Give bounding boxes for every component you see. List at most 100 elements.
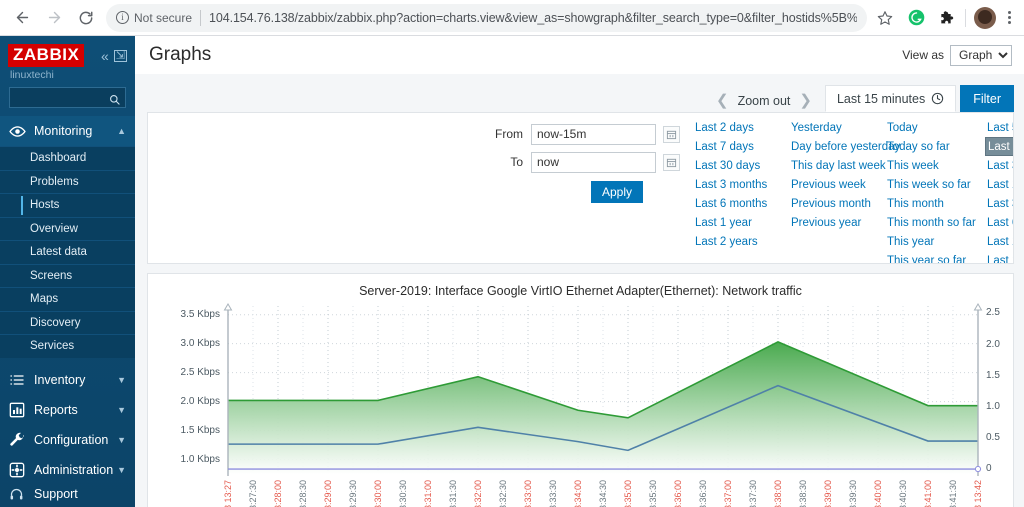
x-axis-tick: 13:40:30	[898, 480, 908, 507]
range-last-1-day[interactable]: Last 1 day	[985, 251, 1013, 264]
chevron-right-icon[interactable]: ❯	[790, 91, 821, 112]
range-last-1-year[interactable]: Last 1 year	[693, 213, 789, 232]
grammarly-extension-icon[interactable]	[906, 8, 926, 28]
sidebar-item-problems[interactable]: Problems	[0, 169, 135, 194]
expand-window-icon[interactable]: ⇲	[113, 49, 127, 62]
time-range-tab[interactable]: Last 15 minutes	[824, 85, 957, 112]
to-input[interactable]	[531, 151, 656, 173]
range-last-7-days[interactable]: Last 7 days	[693, 137, 789, 156]
chevron-left-icon[interactable]: ❮	[707, 91, 738, 112]
bar-chart-icon	[9, 402, 29, 418]
quick-range-column-2: Yesterday Day before yesterday This day …	[789, 118, 900, 263]
range-day-before-yesterday[interactable]: Day before yesterday	[789, 137, 900, 156]
to-row: To	[485, 149, 680, 175]
sidebar-item-latest-data[interactable]: Latest data	[0, 240, 135, 264]
sidebar-item-overview[interactable]: Overview	[0, 216, 135, 241]
right-axis-tick: 1.0	[986, 400, 1000, 412]
page-header: Graphs View as Graph	[135, 36, 1024, 74]
zabbix-logo[interactable]: ZABBIX	[8, 44, 85, 67]
collapse-chevrons-icon[interactable]: «	[101, 48, 109, 64]
left-axis-tick: 2.5 Kbps	[180, 366, 220, 378]
sidebar-item-hosts[interactable]: Hosts	[0, 193, 135, 217]
reload-icon[interactable]	[72, 4, 100, 32]
eye-icon	[9, 123, 29, 140]
range-last-6-hours[interactable]: Last 6 hours	[985, 213, 1013, 232]
range-last-2-days[interactable]: Last 2 days	[693, 118, 789, 137]
search-box[interactable]	[9, 87, 126, 108]
graph-plot-area[interactable]: 1.0 Kbps 1.5 Kbps 2.0 Kbps 2.5 Kbps 3.0 Kbps…	[148, 302, 1013, 507]
sidebar-item-configuration[interactable]: Configuration ▼	[0, 425, 135, 455]
apply-button[interactable]: Apply	[591, 181, 644, 203]
range-last-15-minutes[interactable]: Last 15 minutes	[985, 137, 1013, 156]
sidebar-item-discovery[interactable]: Discovery	[0, 310, 135, 335]
sidebar-item-monitoring[interactable]: Monitoring ▲	[0, 116, 135, 146]
sidebar-item-dashboard[interactable]: Dashboard	[0, 146, 135, 170]
range-last-3-months[interactable]: Last 3 months	[693, 175, 789, 194]
sidebar-item-maps[interactable]: Maps	[0, 287, 135, 311]
search-icon[interactable]	[109, 92, 120, 105]
sidebar-item-support[interactable]: Support	[0, 481, 135, 507]
kebab-menu-icon[interactable]	[1000, 11, 1018, 24]
quick-range-column-3: Today Today so far This week This week s…	[885, 118, 985, 264]
range-last-6-months[interactable]: Last 6 months	[693, 194, 789, 213]
to-label: To	[510, 155, 523, 169]
x-axis-tick: 13:34:00	[573, 480, 583, 507]
right-axis-tick: 2.0	[986, 338, 1000, 350]
range-this-week-so-far[interactable]: This week so far	[885, 175, 985, 194]
chevron-down-icon[interactable]: ▼	[117, 405, 135, 415]
back-arrow-icon[interactable]	[8, 4, 36, 32]
x-axis-tick: 13:28:00	[273, 480, 283, 507]
sidebar-item-reports[interactable]: Reports ▼	[0, 395, 135, 425]
chevron-down-icon[interactable]: ▼	[117, 465, 135, 475]
x-axis-tick: 13:37:00	[723, 480, 733, 507]
calendar-icon[interactable]	[663, 125, 680, 143]
headset-icon	[9, 487, 29, 502]
range-last-12-hours[interactable]: Last 12 hours	[985, 232, 1013, 251]
puzzle-extension-icon[interactable]	[936, 8, 956, 28]
range-today[interactable]: Today	[885, 118, 985, 137]
range-last-5-minutes[interactable]: Last 5 minutes	[985, 118, 1013, 137]
range-last-2-years[interactable]: Last 2 years	[693, 232, 789, 251]
right-axis-tick: 2.5	[986, 307, 1000, 319]
forward-arrow-icon[interactable]	[40, 4, 68, 32]
range-previous-year[interactable]: Previous year	[789, 213, 885, 232]
sidebar-item-services[interactable]: Services	[0, 334, 135, 358]
sidebar-item-administration[interactable]: Administration ▼	[0, 455, 135, 485]
sidebar-item-screens[interactable]: Screens	[0, 263, 135, 288]
left-axis-tick: 3.0 Kbps	[180, 337, 220, 349]
range-yesterday[interactable]: Yesterday	[789, 118, 885, 137]
right-axis-tick: 0.5	[986, 431, 1000, 443]
main-content: Graphs View as Graph ❮ Zoom out ❯ Last 1…	[135, 36, 1024, 507]
range-last-3-hours[interactable]: Last 3 hours	[985, 194, 1013, 213]
sidebar-item-administration-label: Administration	[34, 462, 114, 477]
star-icon[interactable]	[871, 4, 899, 32]
range-previous-week[interactable]: Previous week	[789, 175, 885, 194]
range-this-week[interactable]: This week	[885, 156, 985, 175]
zoom-out-button[interactable]: Zoom out	[738, 94, 791, 112]
from-input[interactable]	[531, 123, 656, 145]
range-this-year-so-far[interactable]: This year so far	[885, 251, 985, 264]
site-info-icon[interactable]: i	[116, 11, 129, 24]
view-as-select[interactable]: Graph	[950, 44, 1012, 66]
sidebar-item-inventory[interactable]: Inventory ▼	[0, 365, 135, 395]
range-this-year[interactable]: This year	[885, 232, 985, 251]
range-last-30-days[interactable]: Last 30 days	[693, 156, 789, 175]
search-input[interactable]	[15, 90, 109, 105]
range-today-so-far[interactable]: Today so far	[885, 137, 985, 156]
profile-avatar[interactable]	[974, 6, 996, 29]
chevron-down-icon[interactable]: ▼	[117, 375, 135, 385]
x-axis-tick: 13:38:00	[773, 480, 783, 507]
range-last-1-hour[interactable]: Last 1 hour	[985, 175, 1013, 194]
chevron-up-icon[interactable]: ▲	[117, 126, 135, 136]
range-previous-month[interactable]: Previous month	[789, 194, 885, 213]
range-this-day-last-week[interactable]: This day last week	[789, 156, 886, 175]
filter-tab-button[interactable]: Filter	[960, 85, 1014, 112]
chevron-down-icon[interactable]: ▼	[117, 435, 135, 445]
address-bar[interactable]: i Not secure 104.154.76.138/zabbix/zabbi…	[106, 3, 867, 32]
x-axis-tick: 06-08 13:27	[223, 480, 233, 507]
range-this-month-so-far[interactable]: This month so far	[885, 213, 985, 232]
calendar-icon[interactable]	[663, 153, 680, 171]
range-last-30-minutes[interactable]: Last 30 minutes	[985, 156, 1013, 175]
range-this-month[interactable]: This month	[885, 194, 985, 213]
network-traffic-chart[interactable]	[148, 302, 1014, 507]
